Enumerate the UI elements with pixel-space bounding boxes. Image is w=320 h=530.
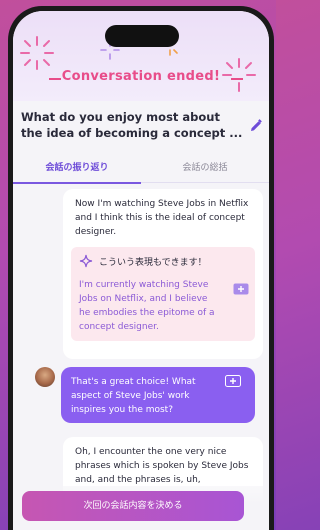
suggestion-box: こういう表現もできます！ I'm currently watching Stev… [71, 247, 255, 341]
conversation-topic: What do you enjoy most about the idea of… [21, 110, 243, 140]
ai-message-text: That's a great choice! What aspect of St… [71, 377, 196, 415]
chat-log[interactable]: Now I'm watching Steve Jobs in Netflix a… [13, 183, 269, 530]
edit-pencil-icon[interactable] [249, 119, 263, 133]
banner-title: Conversation ended! [61, 69, 221, 84]
user-message-text: Oh, I encounter the one very nice phrase… [75, 447, 249, 485]
sparkle-icon [79, 254, 93, 268]
ai-message-bubble: That's a great choice! What aspect of St… [61, 367, 255, 423]
user-message-card: Now I'm watching Steve Jobs in Netflix a… [63, 189, 263, 359]
tab-summary[interactable]: 会話の総括 [141, 153, 269, 183]
tab-bar: 会話の振り返り 会話の総括 [13, 153, 269, 184]
avatar [35, 367, 55, 387]
dynamic-island [105, 25, 179, 47]
phone-frame: Conversation ended! What do you enjoy mo… [8, 6, 274, 530]
suggestion-text: I'm currently watching Steve Jobs on Net… [79, 280, 215, 332]
tab-review[interactable]: 会話の振り返り [13, 153, 141, 184]
suggestion-heading: こういう表現もできます！ [99, 257, 207, 268]
firework-icon [20, 36, 54, 70]
add-phrase-icon[interactable] [225, 375, 241, 387]
decide-next-conversation-button[interactable]: 次回の会話内容を決める [22, 491, 244, 521]
add-phrase-icon[interactable] [233, 283, 249, 295]
user-message-text: Now I'm watching Steve Jobs in Netflix a… [75, 199, 249, 237]
app-screen: Conversation ended! What do you enjoy mo… [13, 11, 269, 530]
